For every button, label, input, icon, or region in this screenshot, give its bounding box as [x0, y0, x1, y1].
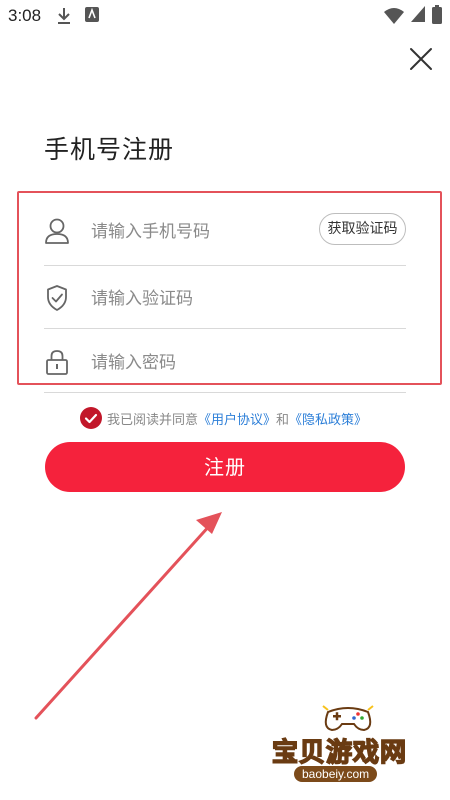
divider — [44, 265, 406, 266]
close-icon — [410, 48, 432, 70]
divider — [44, 392, 406, 393]
checkmark-icon — [84, 413, 98, 424]
cellular-icon — [410, 5, 426, 27]
password-field — [44, 332, 406, 392]
app-notification-icon — [84, 6, 100, 28]
password-input[interactable] — [91, 350, 351, 376]
agreement-conjunction: 和 — [276, 412, 290, 428]
code-field — [44, 268, 406, 328]
watermark-name: 宝贝游戏网 — [271, 737, 408, 769]
lock-icon — [44, 348, 70, 376]
annotation-arrow — [34, 512, 222, 720]
user-agreement-link[interactable]: 《用户协议》 — [198, 409, 276, 428]
shield-check-icon — [44, 284, 70, 312]
privacy-policy-link[interactable]: 《隐私政策》 — [289, 409, 367, 428]
watermark-domain: baobeiy.com — [294, 766, 378, 782]
phone-input[interactable] — [91, 219, 351, 245]
agreement-prefix: 我已阅读并同意 — [107, 412, 199, 428]
page-title: 手机号注册 — [44, 135, 175, 164]
download-icon — [56, 6, 72, 30]
status-bar: 3:08 — [0, 0, 450, 34]
get-code-button[interactable]: 获取验证码 — [319, 213, 406, 245]
agreement-row: 我已阅读并同意 《用户协议》 和 《隐私政策》 — [80, 406, 367, 430]
status-time: 3:08 — [8, 6, 42, 25]
register-button[interactable]: 注册 — [45, 442, 405, 492]
battery-icon — [432, 5, 442, 29]
watermark-logo: 宝贝游戏网 baobeiy.com — [268, 700, 428, 790]
user-icon — [44, 217, 70, 245]
code-input[interactable] — [91, 286, 351, 312]
agreement-checkbox[interactable] — [80, 407, 102, 429]
wifi-icon — [383, 7, 405, 29]
gamepad-icon — [322, 705, 374, 732]
divider — [44, 328, 406, 329]
close-button[interactable] — [404, 42, 438, 76]
